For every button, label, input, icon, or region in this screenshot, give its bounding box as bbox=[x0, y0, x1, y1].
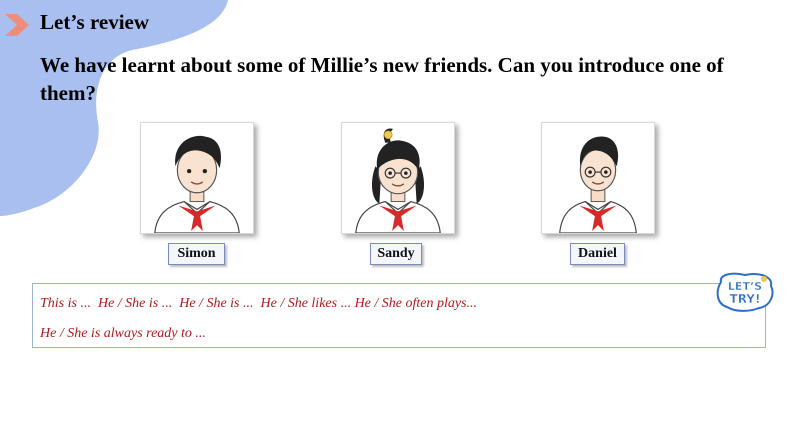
chevron-right-icon bbox=[5, 14, 29, 36]
portrait-simon bbox=[154, 135, 240, 233]
sentence-pattern-box: This is ... He / She is ... He / She is … bbox=[32, 283, 766, 348]
name-tag-simon: Simon bbox=[168, 243, 225, 265]
friend-card-daniel bbox=[541, 122, 655, 234]
name-tag-daniel: Daniel bbox=[570, 243, 625, 265]
friend-card-sandy bbox=[341, 122, 455, 234]
prompt-text: We have learnt about some of Millie’s ne… bbox=[40, 53, 724, 105]
friend-card-simon bbox=[140, 122, 254, 234]
name-tag-sandy: Sandy bbox=[370, 243, 422, 265]
lets-try-badge-icon: LET’S TRY! bbox=[716, 272, 774, 312]
portrait-sandy bbox=[355, 128, 441, 233]
sentence-pattern-line-2: He / She is always ready to ... bbox=[40, 326, 206, 341]
svg-text:TRY!: TRY! bbox=[730, 292, 761, 306]
portrait-daniel bbox=[559, 136, 637, 233]
section-title: Let’s review bbox=[40, 10, 150, 34]
sentence-pattern-line-1: This is ... He / She is ... He / She is … bbox=[40, 296, 478, 311]
